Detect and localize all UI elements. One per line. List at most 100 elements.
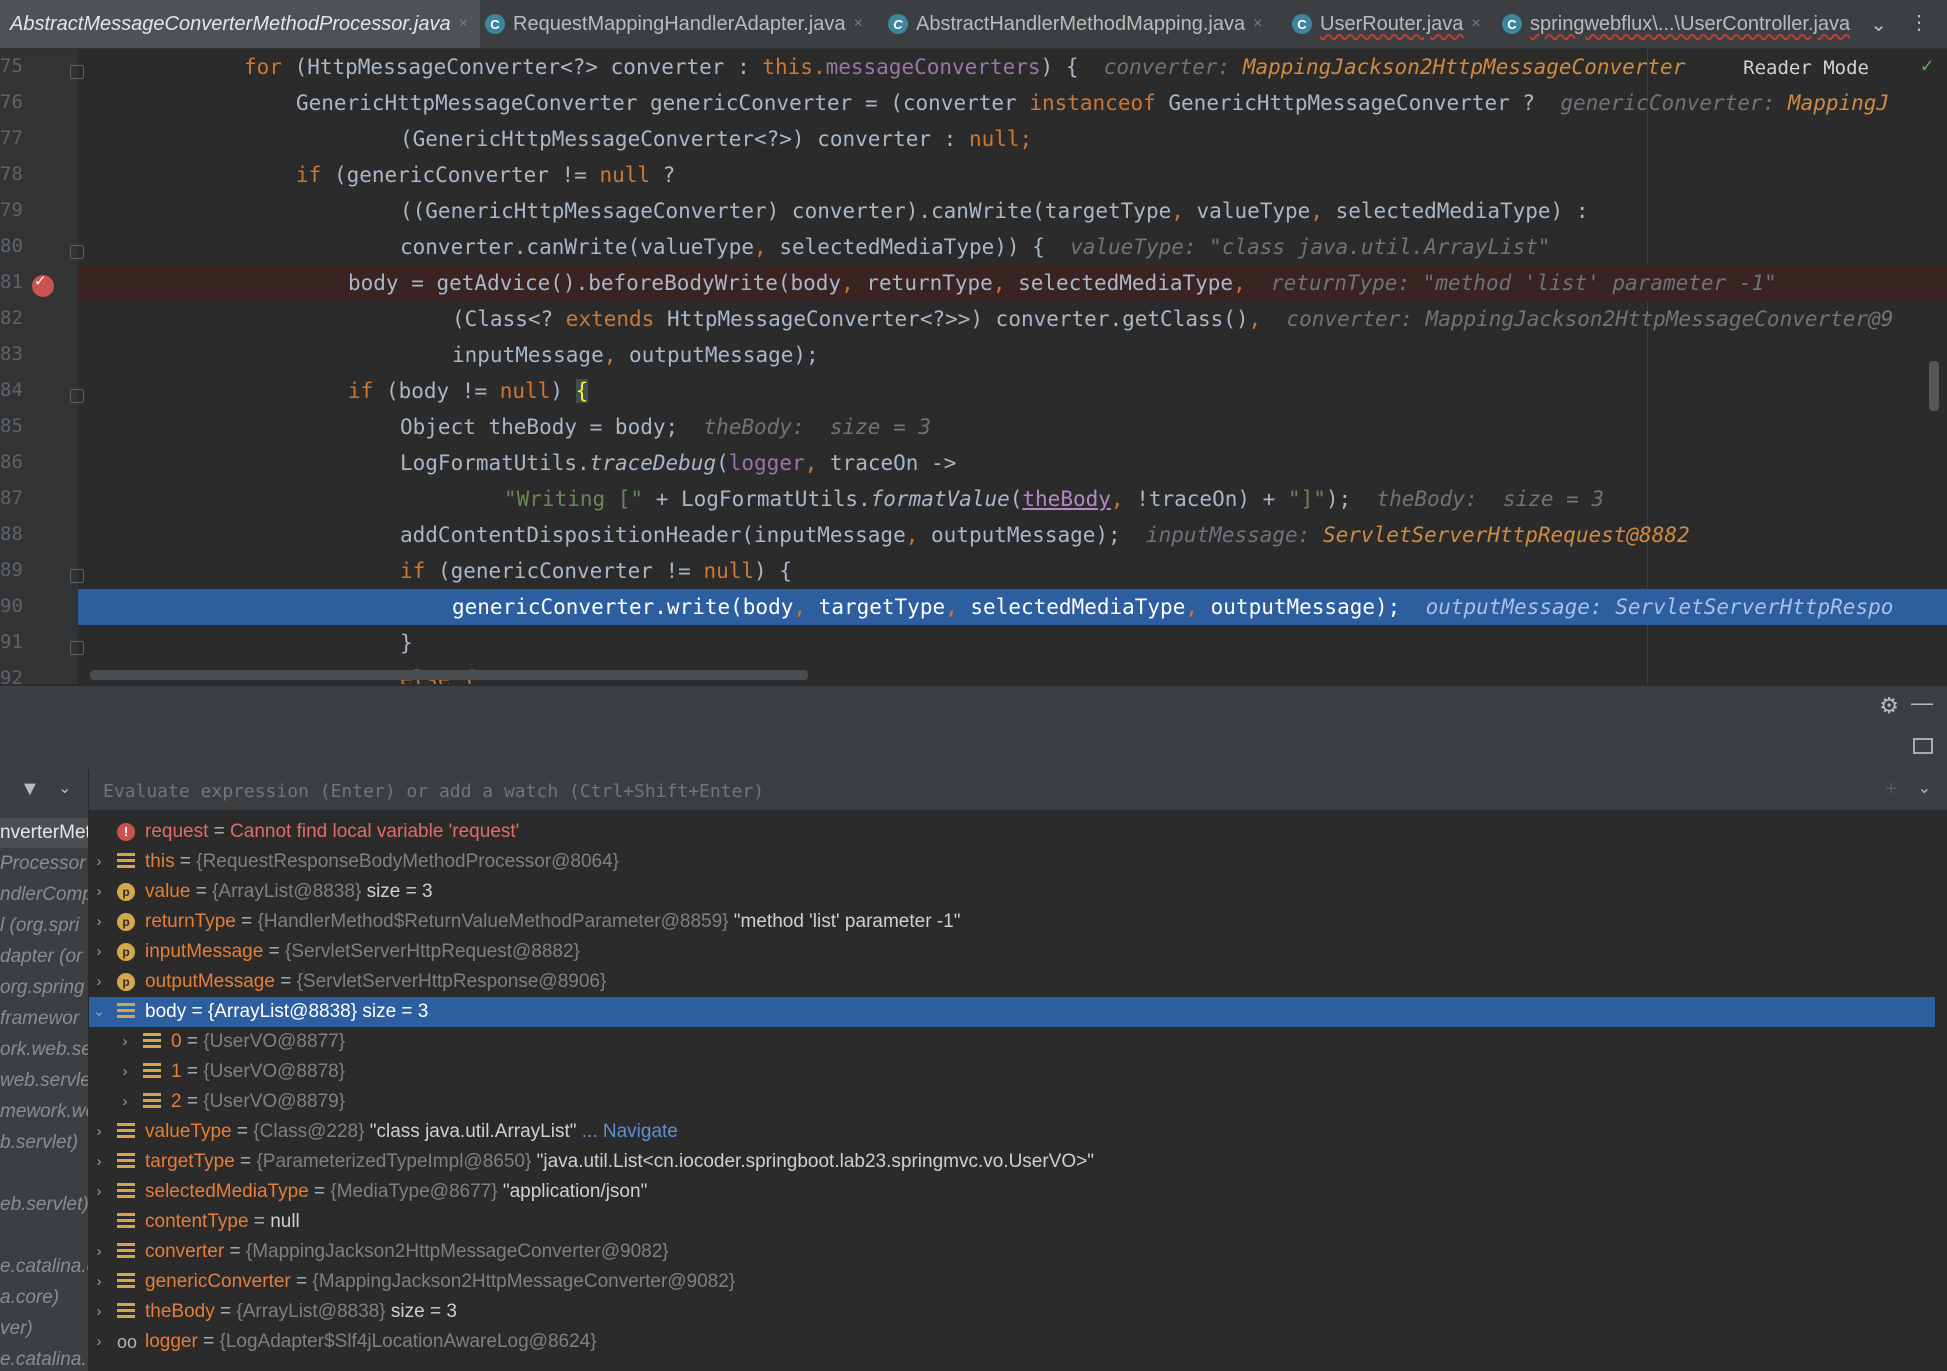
variable-object-id: {MappingJackson2HttpMessageConverter@908… bbox=[245, 1241, 669, 1262]
filter-icon[interactable]: ▼ bbox=[20, 778, 40, 801]
gear-icon[interactable]: ⚙ bbox=[1879, 693, 1899, 719]
vertical-scrollbar[interactable] bbox=[1929, 361, 1939, 411]
expand-arrow-icon[interactable]: › bbox=[91, 1297, 107, 1327]
expand-arrow-icon[interactable]: › bbox=[91, 1117, 107, 1147]
code-line[interactable]: LogFormatUtils.traceDebug(logger, traceO… bbox=[78, 445, 1947, 481]
expand-arrow-icon[interactable]: › bbox=[117, 1087, 133, 1117]
variable-row[interactable]: › 0 = {UserVO@8877} bbox=[89, 1027, 1935, 1057]
expand-arrow-icon[interactable]: › bbox=[117, 1027, 133, 1057]
reader-mode-button[interactable]: Reader Mode bbox=[1737, 55, 1875, 81]
expand-arrow-icon[interactable]: › bbox=[91, 1267, 107, 1297]
code-line[interactable]: ((GenericHttpMessageConverter) converter… bbox=[78, 193, 1947, 229]
close-icon[interactable]: × bbox=[459, 15, 468, 33]
close-icon[interactable]: × bbox=[1253, 15, 1262, 33]
variable-row[interactable]: ⌄ body = {ArrayList@8838} size = 3 bbox=[89, 997, 1935, 1027]
expand-arrow-icon[interactable]: › bbox=[91, 967, 107, 997]
code-line[interactable]: inputMessage, outputMessage); bbox=[78, 337, 1947, 373]
variable-row[interactable]: › p value = {ArrayList@8838} size = 3 bbox=[89, 877, 1935, 907]
variable-row[interactable]: › oo logger = {LogAdapter$Slf4jLocationAwa… bbox=[89, 1327, 1935, 1357]
code-editor[interactable]: 75 76 77 78 79 80 81 82 83 84 85 86 87 8… bbox=[0, 49, 1947, 684]
expand-arrow-open-icon[interactable]: ⌄ bbox=[91, 997, 107, 1027]
class-icon: C bbox=[888, 14, 908, 34]
tab-user-router[interactable]: C UserRouter.java × bbox=[1292, 0, 1481, 48]
stack-frame[interactable]: framewor bbox=[0, 1004, 79, 1034]
variable-row[interactable]: › valueType = {Class@228} "class java.uti… bbox=[89, 1117, 1935, 1147]
add-watch-icon[interactable]: + bbox=[1885, 778, 1897, 801]
variable-row[interactable]: › this = {RequestResponseBodyMethodProces… bbox=[89, 847, 1935, 877]
variable-row[interactable]: › 2 = {UserVO@8879} bbox=[89, 1087, 1935, 1117]
stack-frame[interactable]: b.servlet) bbox=[0, 1128, 78, 1158]
variable-row[interactable]: › genericConverter = {MappingJackson2Http… bbox=[89, 1267, 1935, 1297]
field-icon bbox=[117, 1153, 135, 1171]
variable-row[interactable]: › p returnType = {HandlerMethod$ReturnValu… bbox=[89, 907, 1935, 937]
variable-row[interactable]: › converter = {MappingJackson2HttpMessage… bbox=[89, 1237, 1935, 1267]
close-icon[interactable]: × bbox=[1471, 15, 1480, 33]
stack-frame[interactable]: web.servle bbox=[0, 1066, 88, 1096]
stack-frame[interactable]: dapter (or bbox=[0, 942, 82, 972]
variable-row[interactable]: contentType = null bbox=[89, 1207, 1935, 1237]
stack-frame[interactable]: Processor bbox=[0, 849, 86, 879]
expand-arrow-icon[interactable]: › bbox=[91, 907, 107, 937]
stack-frame[interactable]: e.catalina. bbox=[0, 1345, 87, 1371]
chevron-down-icon[interactable]: ⌄ bbox=[1918, 778, 1931, 798]
expand-arrow-icon[interactable]: › bbox=[91, 1327, 107, 1357]
stack-frame[interactable]: a.core) bbox=[0, 1283, 59, 1313]
code-line[interactable]: "Writing [" + LogFormatUtils.formatValue… bbox=[78, 481, 1947, 517]
code-line[interactable]: Object theBody = body; theBody: size = 3 bbox=[78, 409, 1947, 445]
chevron-down-icon[interactable]: ⌄ bbox=[1870, 12, 1887, 37]
code-line[interactable]: if (body != null) { bbox=[78, 373, 1947, 409]
tab-abstract-handler-method-mapping[interactable]: C AbstractHandlerMethodMapping.java × bbox=[888, 0, 1262, 48]
variable-row[interactable]: › selectedMediaType = {MediaType@8677} "a… bbox=[89, 1177, 1935, 1207]
minimize-icon[interactable]: — bbox=[1911, 690, 1933, 716]
tab-user-controller[interactable]: C springwebflux\...\UserController.java bbox=[1502, 0, 1850, 48]
code-line-execution-point[interactable]: genericConverter.write(body, targetType,… bbox=[78, 589, 1947, 625]
layout-settings-icon[interactable] bbox=[1913, 738, 1933, 754]
stack-frame[interactable]: org.spring bbox=[0, 973, 85, 1003]
tab-request-mapping-handler-adapter[interactable]: C RequestMappingHandlerAdapter.java × bbox=[485, 0, 863, 48]
variable-row[interactable]: › p outputMessage = {ServletServerHttpResp… bbox=[89, 967, 1935, 997]
expand-arrow-icon[interactable]: › bbox=[91, 847, 107, 877]
variable-row[interactable]: › p inputMessage = {ServletServerHttpReque… bbox=[89, 937, 1935, 967]
expand-arrow-icon[interactable]: › bbox=[91, 877, 107, 907]
line-number: 92 bbox=[0, 667, 23, 684]
chevron-down-icon[interactable]: ⌄ bbox=[58, 778, 71, 798]
field-icon bbox=[117, 1243, 135, 1261]
code-line-breakpoint[interactable]: body = getAdvice().beforeBodyWrite(body,… bbox=[78, 265, 1947, 301]
variable-row[interactable]: › theBody = {ArrayList@8838} size = 3 bbox=[89, 1297, 1935, 1327]
variable-name: this bbox=[145, 851, 175, 872]
stack-frame[interactable]: eb.servlet) bbox=[0, 1190, 88, 1220]
code-line[interactable]: (GenericHttpMessageConverter<?>) convert… bbox=[78, 121, 1947, 157]
more-vertical-icon[interactable]: ⋮ bbox=[1909, 10, 1929, 35]
stack-frame[interactable]: l (org.spri bbox=[0, 911, 79, 941]
expand-arrow-icon[interactable]: › bbox=[91, 937, 107, 967]
expand-arrow-icon[interactable]: › bbox=[91, 1177, 107, 1207]
variable-row[interactable]: ! request = Cannot find local variable 'r… bbox=[89, 817, 1935, 847]
check-icon[interactable]: ✓ bbox=[1921, 53, 1933, 77]
variable-row[interactable]: › 1 = {UserVO@8878} bbox=[89, 1057, 1935, 1087]
code-line[interactable]: if (genericConverter != null ? bbox=[78, 157, 1947, 193]
stack-frame[interactable]: nverterMet bbox=[0, 818, 88, 848]
expand-arrow-icon[interactable]: › bbox=[91, 1147, 107, 1177]
variable-row[interactable]: › targetType = {ParameterizedTypeImpl@865… bbox=[89, 1147, 1935, 1177]
code-line[interactable]: converter.canWrite(valueType, selectedMe… bbox=[78, 229, 1947, 265]
stack-frame[interactable]: ndlerComp bbox=[0, 880, 88, 910]
stack-frame[interactable]: ver) bbox=[0, 1314, 33, 1344]
breakpoint-icon[interactable] bbox=[32, 271, 54, 297]
code-line[interactable]: GenericHttpMessageConverter genericConve… bbox=[78, 85, 1947, 121]
stack-frame[interactable]: ork.web.se bbox=[0, 1035, 88, 1065]
close-icon[interactable]: × bbox=[853, 15, 862, 33]
code-line[interactable]: if (genericConverter != null) { bbox=[78, 553, 1947, 589]
evaluate-expression-input[interactable] bbox=[101, 776, 1865, 806]
code-line[interactable]: } bbox=[78, 625, 1947, 661]
code-line[interactable]: for (HttpMessageConverter<?> converter :… bbox=[78, 49, 1947, 85]
stack-frame[interactable]: mework.we bbox=[0, 1097, 88, 1127]
tab-abstract-message-converter[interactable]: AbstractMessageConverterMethodProcessor.… bbox=[0, 0, 480, 48]
expand-arrow-icon[interactable]: › bbox=[91, 1237, 107, 1267]
expand-arrow-icon[interactable]: › bbox=[117, 1057, 133, 1087]
stack-frame[interactable]: e.catalina.c bbox=[0, 1252, 88, 1282]
code-line[interactable]: addContentDispositionHeader(inputMessage… bbox=[78, 517, 1947, 553]
code-line[interactable]: (Class<? extends HttpMessageConverter<?>… bbox=[78, 301, 1947, 337]
horizontal-scrollbar[interactable] bbox=[90, 670, 808, 680]
navigate-link[interactable]: ... Navigate bbox=[576, 1121, 678, 1142]
editor-gutter[interactable]: 75 76 77 78 79 80 81 82 83 84 85 86 87 8… bbox=[0, 49, 84, 684]
